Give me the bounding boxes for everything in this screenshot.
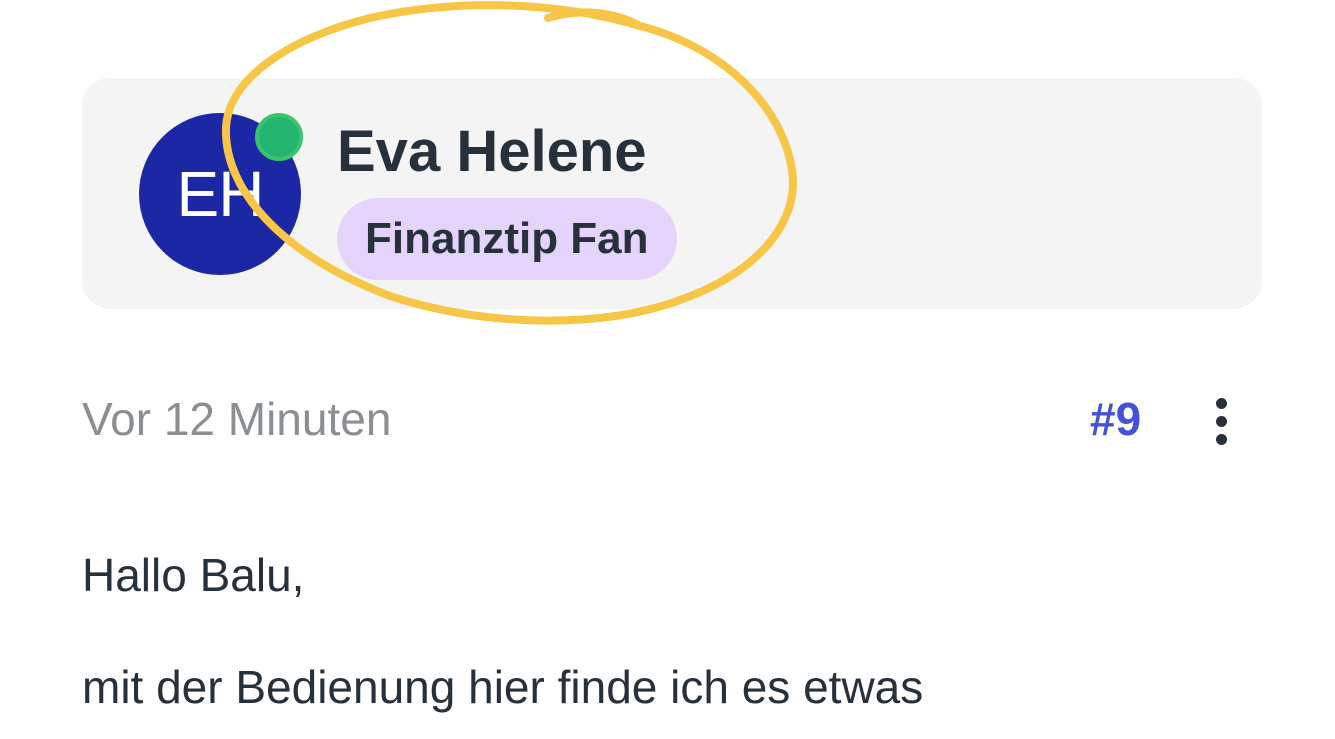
post-body: Hallo Balu, mit der Bedienung hier finde…: [82, 548, 1262, 714]
role-badge: Finanztip Fan: [337, 198, 677, 280]
more-options-icon[interactable]: [1200, 398, 1244, 448]
avatar-initials: EH: [176, 158, 265, 230]
author-name[interactable]: Eva Helene: [337, 118, 647, 185]
post-paragraph: Hallo Balu,: [82, 549, 305, 601]
online-status-icon: [255, 113, 303, 161]
forum-post: EH Eva Helene Finanztip Fan Vor 12 Minut…: [0, 0, 1335, 739]
post-number-link[interactable]: #9: [1090, 392, 1141, 446]
post-timestamp: Vor 12 Minuten: [82, 393, 392, 445]
post-paragraph: mit der Bedienung hier finde ich es etwa…: [82, 661, 924, 713]
